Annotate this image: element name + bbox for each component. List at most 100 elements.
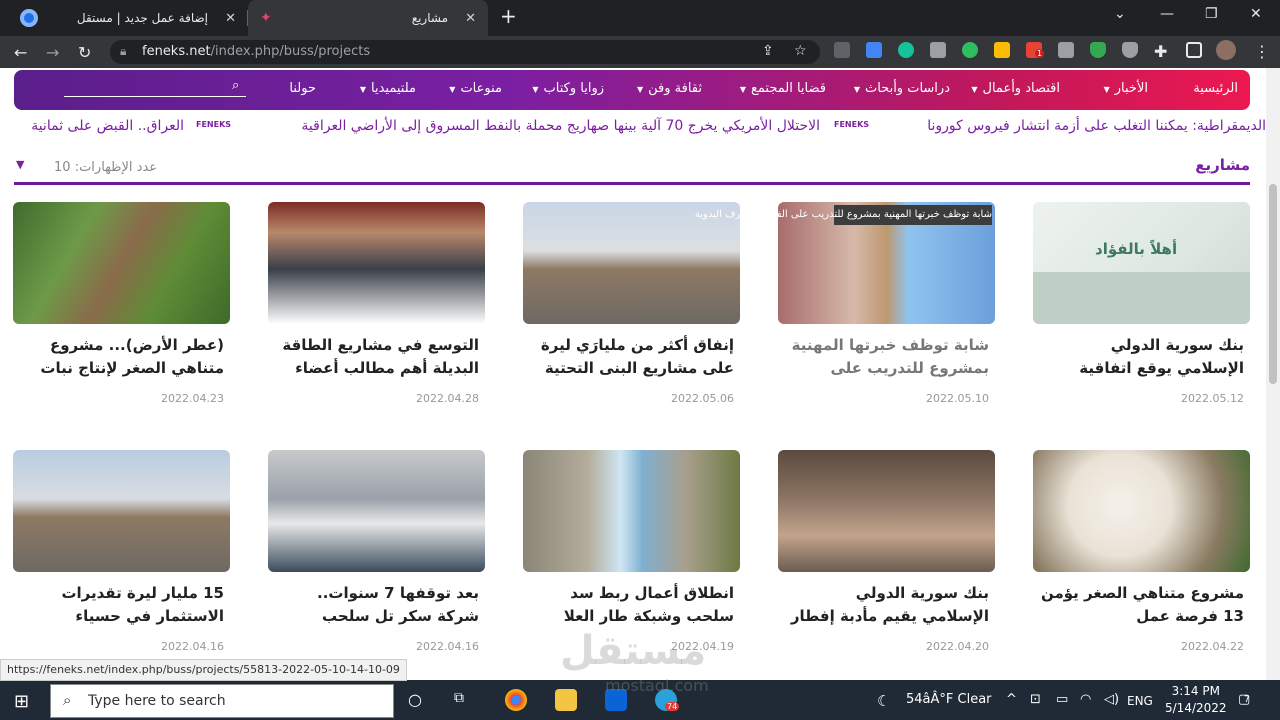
tab-projects[interactable]: ✦ مشاريع ✕ [248, 0, 488, 36]
wifi-icon[interactable]: ◠ [1080, 692, 1091, 707]
language-indicator[interactable]: ENG [1127, 694, 1153, 708]
volume-icon[interactable]: ◁) [1104, 692, 1119, 707]
moon-weather-icon[interactable]: ☾ [877, 692, 890, 710]
search-input[interactable] [64, 96, 246, 97]
card-image[interactable] [13, 450, 230, 572]
tab-title: مشاريع [411, 11, 448, 25]
grammarly-icon[interactable] [898, 42, 914, 58]
extension-icon[interactable] [1058, 42, 1074, 58]
extension-icon[interactable] [930, 42, 946, 58]
card-image-part [1033, 272, 1250, 324]
card-image[interactable] [1033, 450, 1250, 572]
drive-icon[interactable] [994, 42, 1010, 58]
card-title[interactable]: مشروع متناهي الصغر يؤمن 13 فرصة عمل [1039, 582, 1244, 628]
card-title[interactable]: بعد توقفها 7 سنوات.. شركة سكر تل سلحب تس… [274, 582, 479, 628]
nav-item-society[interactable]: قضايا المجتمع▼ [740, 81, 826, 96]
notification-icon[interactable]: ▢ 7 [1238, 692, 1250, 707]
cortana-icon[interactable]: ○ [408, 690, 422, 709]
nav-item-news[interactable]: الأخبار▼ [1104, 81, 1148, 96]
nav-item-misc[interactable]: منوعات▼ [449, 81, 502, 96]
task-view-icon[interactable]: ⧉ [454, 690, 464, 706]
card-title[interactable]: انطلاق أعمال ربط سد سلحب وشبكة طار العلا… [529, 582, 734, 628]
windows-start-icon[interactable]: ⊞ [14, 691, 29, 712]
tab-add-work[interactable]: إضافة عمل جديد | مستقل ✕ [0, 0, 248, 36]
card-image[interactable] [778, 450, 995, 572]
card-date: 2022.04.22 [1181, 640, 1244, 653]
web-page: الرئيسية الأخبار▼ اقتصاد وأعمال▼ دراسات … [0, 68, 1266, 680]
address-bar[interactable]: 🔒︎ feneks.net/index.php/buss/projects ⇪ … [110, 40, 820, 64]
card-date: 2022.04.20 [926, 640, 989, 653]
card-date: 2022.05.12 [1181, 392, 1244, 405]
chevron-up-icon[interactable]: ^ [1006, 692, 1017, 707]
caret-down-icon: ▼ [853, 85, 860, 94]
search-placeholder: Type here to search [88, 693, 226, 709]
bookmark-star-icon[interactable]: ☆ [794, 43, 807, 59]
card-title[interactable]: (عطر الأرض)... مشروع متناهي الصغر لإنتاج… [19, 334, 224, 380]
nav-item-multimedia[interactable]: ملتيميديا▼ [360, 81, 416, 96]
ticker-item[interactable]: الديمقراطية: يمكننا التغلب على أزمة انتش… [927, 118, 1266, 134]
caret-down-icon: ▼ [359, 85, 367, 94]
extension-icon[interactable] [834, 42, 850, 58]
card-image[interactable] [268, 450, 485, 572]
file-explorer-icon[interactable] [555, 689, 577, 711]
nav-item-economy[interactable]: اقتصاد وأعمال▼ [971, 81, 1060, 96]
reload-icon[interactable]: ↻ [78, 43, 91, 62]
ticker-logo: FENEKS [196, 120, 232, 129]
card-image[interactable] [268, 202, 485, 324]
card-title[interactable]: التوسع في مشاريع الطاقة البديلة أهم مطال… [274, 334, 479, 380]
nav-item-culture[interactable]: ثقافة وفن▼ [637, 81, 702, 96]
card-title[interactable]: شابة توظف خبرتها المهنية بمشروع للتدريب … [784, 334, 989, 380]
page-scrollbar[interactable] [1266, 68, 1280, 680]
maximize-button[interactable]: ❐ [1205, 6, 1218, 22]
clock[interactable]: 3:14 PM 5/14/2022 [1165, 683, 1227, 717]
taskbar-search-input[interactable]: ⌕ Type here to search [50, 684, 394, 718]
meet-icon[interactable]: ⊡ [1030, 692, 1041, 707]
tab-search-chevron-icon[interactable]: ⌄ [1114, 6, 1126, 22]
chevron-down-icon[interactable]: ▼ [16, 158, 24, 171]
caret-down-icon: ▼ [532, 85, 539, 94]
minimize-button[interactable]: — [1160, 6, 1174, 22]
ticker-item[interactable]: العراق.. القبض على ثمانية [31, 118, 184, 134]
gmail-icon[interactable]: 1 [1026, 42, 1045, 58]
battery-icon[interactable]: ▭ [1056, 692, 1068, 707]
nav-item-columns[interactable]: زوايا وكتاب▼ [532, 81, 604, 96]
ticker-logo: FENEKS [834, 120, 870, 129]
display-count[interactable]: عدد الإظهارات: 10 [54, 160, 157, 175]
card-image[interactable]: أهلاً بالفؤاد [1033, 202, 1250, 324]
nav-item-studies[interactable]: دراسات وأبحاث▼ [854, 81, 950, 96]
search-icon[interactable]: ⌕ [232, 78, 239, 93]
translate-extension-icon[interactable] [866, 42, 882, 58]
card-date: 2022.04.23 [161, 392, 224, 405]
back-icon[interactable]: ← [14, 43, 27, 62]
evernote-icon[interactable] [962, 42, 978, 58]
search-icon: ⌕ [63, 691, 72, 709]
shield-icon[interactable] [1122, 42, 1138, 58]
menu-kebab-icon[interactable]: ⋮ [1254, 42, 1270, 61]
clock-time: 3:14 PM [1171, 684, 1220, 698]
close-icon[interactable]: ✕ [465, 11, 476, 26]
notification-count: 7 [1244, 695, 1250, 705]
chrome-taskbar-icon[interactable] [505, 689, 527, 711]
nav-item-about[interactable]: حولنا [289, 81, 316, 96]
card-title[interactable]: بنك سورية الدولي الإسلامي يقيم مأدبة إفط… [784, 582, 989, 628]
ticker-item[interactable]: الاحتلال الأمريكي يخرج 70 آلية بينها صها… [301, 118, 820, 134]
puzzle-extensions-icon[interactable]: ✚ [1154, 42, 1167, 61]
shield-icon[interactable] [1090, 42, 1106, 58]
card-title[interactable]: إنفاق أكثر من مليارَي ليرة على مشاريع ال… [529, 334, 734, 380]
url-text[interactable]: feneks.net/index.php/buss/projects [142, 44, 370, 59]
card-image[interactable] [13, 202, 230, 324]
share-icon[interactable]: ⇪ [762, 43, 774, 59]
card-title[interactable]: بنك سورية الدولي الإسلامي يوقع اتفاقية ت… [1039, 334, 1244, 380]
avatar[interactable] [1216, 40, 1236, 60]
card-image[interactable] [523, 450, 740, 572]
close-icon[interactable]: ✕ [225, 11, 236, 26]
new-tab-button[interactable]: + [500, 4, 517, 28]
nav-item-home[interactable]: الرئيسية [1193, 81, 1238, 96]
card-title[interactable]: 15 مليار ليرة تقديرات الاستثمار في حسياء… [19, 582, 224, 628]
window-close-button[interactable]: ✕ [1250, 6, 1262, 22]
scroll-thumb[interactable] [1269, 184, 1277, 384]
sidebar-icon[interactable] [1186, 42, 1202, 58]
lock-icon[interactable]: 🔒︎ [120, 44, 126, 59]
weather-text[interactable]: 54âÂ°F Clear [906, 692, 992, 707]
forward-icon[interactable]: → [46, 43, 59, 62]
